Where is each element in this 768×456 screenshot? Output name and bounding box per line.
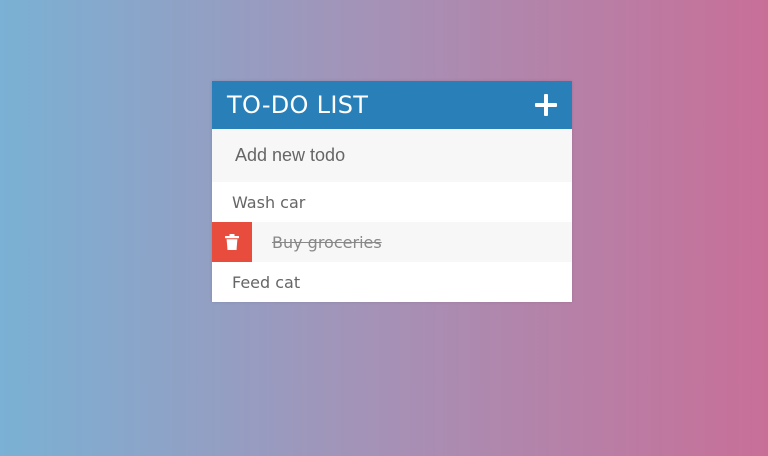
plus-icon[interactable] [534,93,558,117]
page-title: TO-DO LIST [227,91,369,119]
todo-item[interactable]: Wash car [212,182,572,222]
todo-item-label: Feed cat [232,272,301,292]
todo-item[interactable]: Feed cat [212,262,572,302]
todo-item-label: Buy groceries [272,232,382,252]
todo-list: Wash car Buy groceries Feed cat [212,182,572,302]
todo-header: TO-DO LIST [212,81,572,129]
input-row [212,129,572,182]
delete-button[interactable] [212,222,252,262]
add-todo-input[interactable] [212,129,572,182]
trash-icon [225,234,239,250]
todo-item[interactable]: Buy groceries [212,222,572,262]
todo-card: TO-DO LIST Wash car Buy groceries Feed c… [212,81,572,302]
todo-item-label: Wash car [232,192,306,212]
